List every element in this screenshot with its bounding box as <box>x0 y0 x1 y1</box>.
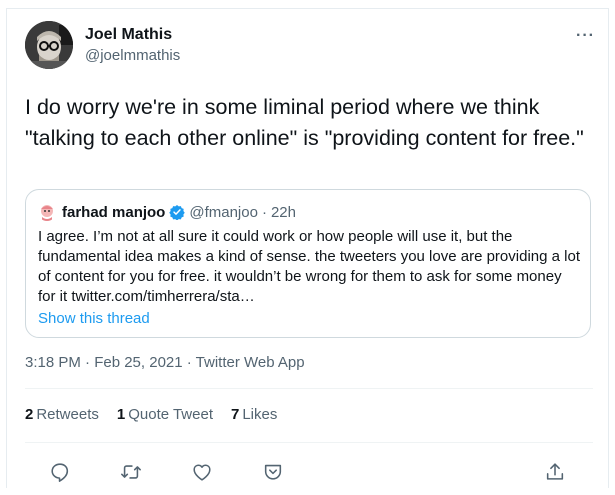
author-handle[interactable]: @joelmmathis <box>85 47 180 64</box>
tweet-actions <box>7 459 610 489</box>
quoted-timestamp: 22h <box>270 203 296 221</box>
quoted-text: I agree. I’m not at all sure it could wo… <box>38 228 580 305</box>
more-options-icon[interactable]: ··· <box>576 27 595 45</box>
quoted-author-name: farhad manjoo <box>62 203 166 221</box>
tweet-header: Joel Mathis @joelmmathis ··· <box>25 21 595 71</box>
verified-icon <box>169 204 186 221</box>
quotes-label: Quote Tweet <box>128 406 213 423</box>
divider <box>25 388 593 389</box>
likes-label: Likes <box>242 406 278 423</box>
quoted-tweet[interactable]: farhad manjoo @fmanjoo · 22h I agree. I’… <box>25 189 591 338</box>
quoted-separator: · <box>261 203 267 221</box>
likes-stat[interactable]: 7 Likes <box>231 406 277 423</box>
tweet-text: I do worry we're in some liminal period … <box>25 95 584 150</box>
like-icon[interactable] <box>189 459 215 485</box>
retweet-icon[interactable] <box>118 459 144 485</box>
tweet-metadata[interactable]: 3:18 PM · Feb 25, 2021 · Twitter Web App <box>25 354 305 371</box>
tweet-stats: 2 Retweets 1 Quote Tweet 7 Likes <box>25 406 277 423</box>
quote-tweets-stat[interactable]: 1 Quote Tweet <box>117 406 213 423</box>
quoted-author-handle: @fmanjoo <box>189 203 258 221</box>
avatar[interactable] <box>25 21 73 69</box>
quoted-header: farhad manjoo @fmanjoo · 22h <box>38 201 578 223</box>
reply-icon[interactable] <box>47 459 73 485</box>
retweets-count: 2 <box>25 406 34 423</box>
divider <box>25 442 593 443</box>
likes-count: 7 <box>231 406 240 423</box>
share-icon[interactable] <box>542 459 568 485</box>
quotes-count: 1 <box>116 406 126 423</box>
show-thread-link[interactable]: Show this thread <box>38 309 578 329</box>
tweet-card: Joel Mathis @joelmmathis ··· I do worry … <box>6 8 609 488</box>
quoted-avatar <box>38 203 56 221</box>
tip-icon[interactable] <box>260 459 286 485</box>
author-name[interactable]: Joel Mathis <box>85 26 172 44</box>
retweets-stat[interactable]: 2 Retweets <box>25 406 99 423</box>
retweets-label: Retweets <box>36 406 99 423</box>
